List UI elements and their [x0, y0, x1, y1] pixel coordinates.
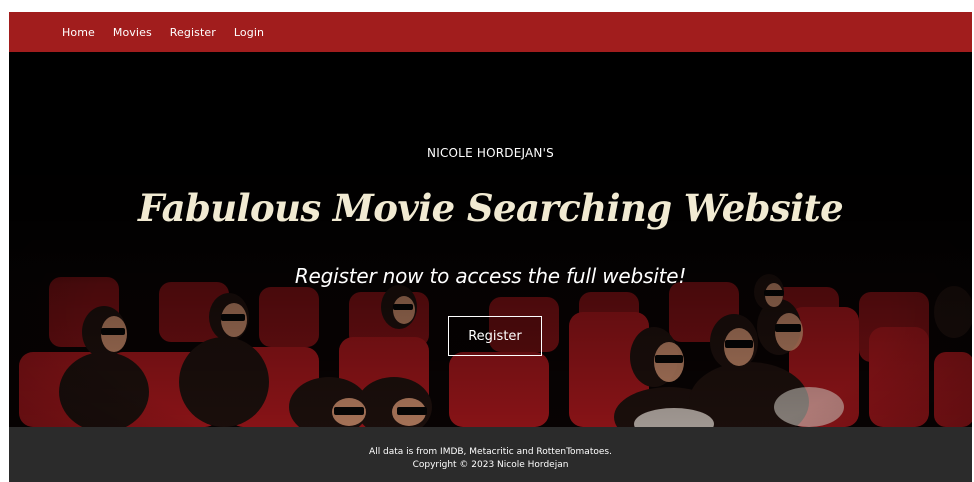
- footer: All data is from IMDB, Metacritic and Ro…: [9, 427, 972, 482]
- register-button[interactable]: Register: [448, 316, 542, 356]
- hero-content: NICOLE HORDEJAN'S Fabulous Movie Searchi…: [9, 52, 972, 427]
- hero-section: NICOLE HORDEJAN'S Fabulous Movie Searchi…: [9, 52, 972, 427]
- navbar: Home Movies Register Login: [9, 12, 972, 52]
- nav-link-home[interactable]: Home: [62, 26, 95, 39]
- nav-link-register[interactable]: Register: [170, 26, 216, 39]
- footer-data-sources: All data is from IMDB, Metacritic and Ro…: [369, 447, 612, 457]
- hero-kicker: NICOLE HORDEJAN'S: [427, 146, 554, 160]
- footer-copyright: Copyright © 2023 Nicole Hordejan: [412, 460, 569, 470]
- nav-link-login[interactable]: Login: [234, 26, 264, 39]
- nav-link-movies[interactable]: Movies: [113, 26, 152, 39]
- hero-title: Fabulous Movie Searching Website: [137, 186, 844, 230]
- page: Home Movies Register Login NICOLE HORDEJ…: [9, 12, 972, 482]
- hero-subtitle: Register now to access the full website!: [294, 264, 687, 288]
